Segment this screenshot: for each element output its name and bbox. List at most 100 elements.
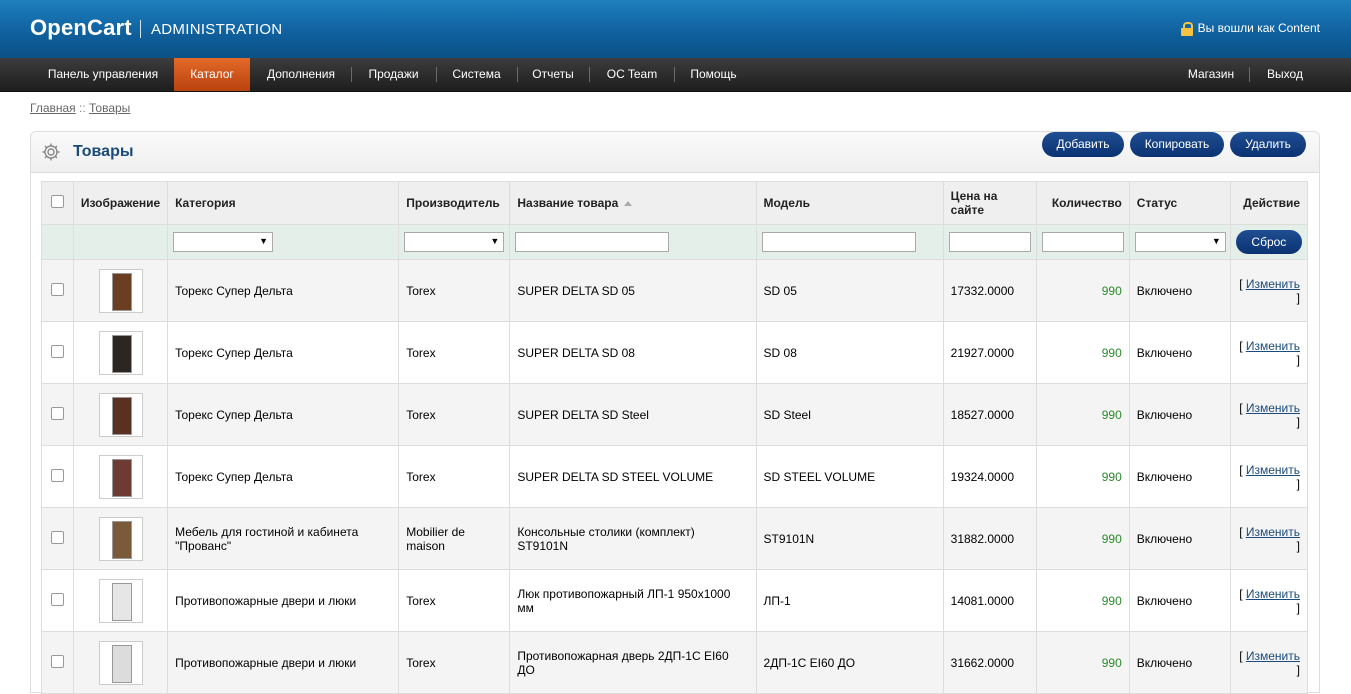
- cell-model: ЛП-1: [755, 569, 944, 632]
- cell-action: [ Изменить]: [1229, 259, 1309, 322]
- cell-name: Люк противопожарный ЛП-1 950х1000 мм: [509, 569, 757, 632]
- cell-quantity: 990: [1035, 507, 1130, 570]
- menu-item-oc-team[interactable]: OC Team: [590, 58, 674, 91]
- login-text: Вы вошли как Content: [1197, 21, 1320, 35]
- product-thumbnail: [98, 268, 143, 313]
- cell-category: Торекс Супер Дельта: [167, 259, 400, 322]
- edit-link[interactable]: Изменить: [1246, 525, 1300, 539]
- row-checkbox[interactable]: [51, 530, 64, 544]
- edit-link[interactable]: Изменить: [1246, 339, 1300, 353]
- status-filter-select[interactable]: ▼: [1134, 232, 1226, 252]
- cell-model: SD 05: [755, 259, 944, 322]
- table-row: Противопожарные двери и люки Torex Люк про…: [40, 569, 1309, 632]
- product-thumbnail: [98, 330, 143, 375]
- cell-model: SD Steel: [755, 383, 944, 446]
- cell-status: Включено: [1128, 507, 1231, 570]
- cell-price: 18527.0000: [942, 383, 1037, 446]
- quantity-filter-input[interactable]: [1041, 232, 1124, 252]
- main-menu: Панель управления Каталог Дополнения Про…: [0, 58, 1351, 92]
- breadcrumb-current[interactable]: Товары: [89, 101, 130, 115]
- cell-manufacturer: Torex: [398, 445, 511, 508]
- column-name[interactable]: Название товара: [509, 181, 757, 225]
- product-thumbnail: [98, 516, 143, 561]
- row-checkbox[interactable]: [51, 406, 64, 420]
- copy-button[interactable]: Копировать: [1130, 132, 1224, 157]
- row-checkbox[interactable]: [51, 592, 64, 606]
- row-checkbox[interactable]: [51, 468, 64, 482]
- edit-link[interactable]: Изменить: [1246, 649, 1300, 663]
- column-category[interactable]: Категория: [167, 181, 400, 225]
- row-checkbox[interactable]: [51, 344, 64, 358]
- row-checkbox[interactable]: [51, 654, 64, 668]
- filter-row: ▼ ▼ ▼ Сброс: [40, 224, 1309, 260]
- model-filter-input[interactable]: [761, 232, 916, 252]
- cell-status: Включено: [1128, 631, 1231, 694]
- delete-button[interactable]: Удалить: [1230, 132, 1306, 157]
- column-quantity[interactable]: Количество: [1035, 181, 1130, 225]
- cell-action: [ Изменить]: [1229, 569, 1309, 632]
- product-image: [111, 272, 132, 311]
- cell-price: 17332.0000: [942, 259, 1037, 322]
- product-thumbnail: [98, 578, 143, 623]
- cell-action: [ Изменить]: [1229, 631, 1309, 694]
- table-row: Мебель для гостиной и кабинета "Прованс"…: [40, 507, 1309, 570]
- column-action: Действие: [1229, 181, 1309, 225]
- select-all-checkbox[interactable]: [51, 195, 64, 208]
- cell-status: Включено: [1128, 445, 1231, 508]
- column-price[interactable]: Цена на сайте: [942, 181, 1037, 225]
- product-thumbnail: [98, 640, 143, 685]
- cell-price: 31882.0000: [942, 507, 1037, 570]
- edit-link[interactable]: Изменить: [1246, 587, 1300, 601]
- product-image: [111, 520, 132, 559]
- menu-item-dashboard[interactable]: Панель управления: [33, 58, 173, 91]
- cell-action: [ Изменить]: [1229, 507, 1309, 570]
- column-manufacturer[interactable]: Производитель: [398, 181, 511, 225]
- cell-quantity: 990: [1035, 631, 1130, 694]
- menu-item-reports[interactable]: Отчеты: [518, 58, 588, 91]
- cell-manufacturer: Mobilier de maison: [398, 507, 511, 570]
- menu-item-store[interactable]: Магазин: [1174, 58, 1248, 91]
- cell-manufacturer: Torex: [398, 631, 511, 694]
- table-row: Торекс Супер Дельта Torex SUPER DELTA SD 0…: [40, 259, 1309, 322]
- table-row: Торекс Супер Дельта Torex SUPER DELTA SD 0…: [40, 321, 1309, 384]
- edit-link[interactable]: Изменить: [1246, 463, 1300, 477]
- row-checkbox[interactable]: [51, 282, 64, 296]
- products-table: Изображение Категория Производитель Назв…: [40, 181, 1309, 694]
- menu-item-logout[interactable]: Выход: [1250, 58, 1320, 91]
- menu-item-help[interactable]: Помощь: [675, 58, 752, 91]
- manufacturer-filter-select[interactable]: ▼: [404, 232, 505, 252]
- name-filter-input[interactable]: [515, 232, 670, 252]
- product-image: [111, 458, 132, 497]
- cell-price: 31662.0000: [942, 631, 1037, 694]
- product-image: [111, 334, 132, 373]
- price-filter-input[interactable]: [948, 232, 1031, 252]
- cell-status: Включено: [1128, 569, 1231, 632]
- menu-item-sales[interactable]: Продажи: [352, 58, 435, 91]
- product-thumbnail: [98, 392, 143, 437]
- cell-name: Противопожарная дверь 2ДП-1С EI60 ДО: [509, 631, 757, 694]
- select-all-cell: [40, 181, 75, 225]
- cell-quantity: 990: [1035, 259, 1130, 322]
- edit-link[interactable]: Изменить: [1246, 277, 1300, 291]
- table-header-row: Изображение Категория Производитель Назв…: [40, 181, 1309, 225]
- logo[interactable]: OpenCart: [30, 15, 132, 41]
- breadcrumb-home[interactable]: Главная: [30, 101, 76, 115]
- menu-item-system[interactable]: Система: [437, 58, 516, 91]
- edit-link[interactable]: Изменить: [1246, 401, 1300, 415]
- cell-price: 14081.0000: [942, 569, 1037, 632]
- reset-filter-button[interactable]: Сброс: [1235, 230, 1302, 254]
- cell-name: SUPER DELTA SD 05: [509, 259, 757, 322]
- add-button[interactable]: Добавить: [1042, 132, 1124, 157]
- chevron-down-icon: ▼: [490, 236, 500, 246]
- column-model[interactable]: Модель: [755, 181, 944, 225]
- column-status[interactable]: Статус: [1128, 181, 1231, 225]
- product-thumbnail: [98, 454, 143, 499]
- product-image: [111, 644, 132, 683]
- cell-name: SUPER DELTA SD Steel: [509, 383, 757, 446]
- product-image: [111, 582, 132, 621]
- logo-subtitle: ADMINISTRATION: [151, 21, 283, 38]
- chevron-down-icon: ▼: [259, 236, 269, 246]
- menu-item-catalog[interactable]: Каталог: [174, 58, 250, 91]
- menu-item-extensions[interactable]: Дополнения: [252, 58, 350, 91]
- category-filter-select[interactable]: ▼: [173, 232, 274, 252]
